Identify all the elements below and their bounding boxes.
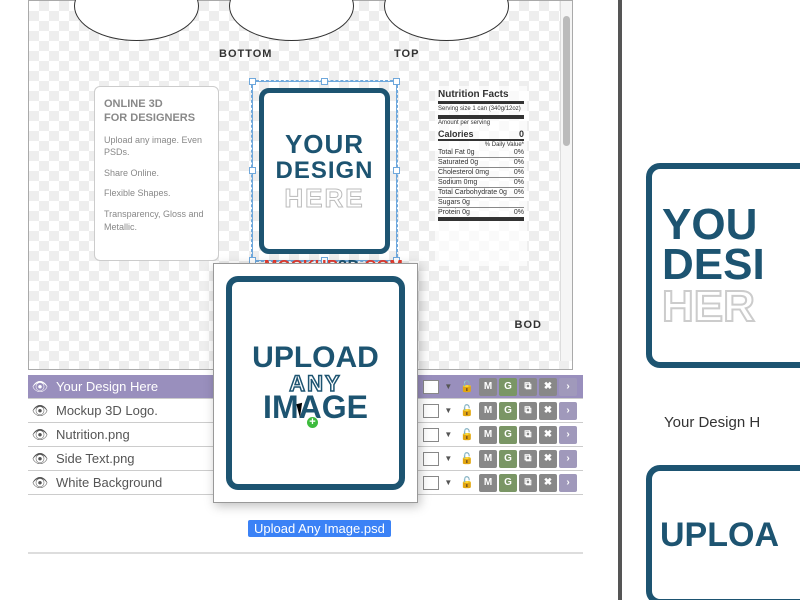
dropdown-icon[interactable]: ▼ [441,478,455,487]
expand-button[interactable]: › [559,474,577,492]
unlock-icon[interactable]: 🔓 [457,404,477,417]
visibility-icon[interactable]: 👁 [28,379,52,395]
label-top: TOP [394,48,419,60]
duplicate-button[interactable]: ⧉ [519,378,537,396]
color-swatch[interactable] [423,380,439,394]
dropdown-icon[interactable]: ▼ [441,430,455,439]
design-text: DESIGN [275,157,373,185]
resize-handle[interactable] [249,78,256,85]
scrollbar-thumb[interactable] [563,16,570,146]
unlock-icon[interactable]: 🔓 [457,380,477,393]
preview-tile[interactable]: UPLOA [646,465,800,600]
selected-object[interactable]: YOUR DESIGN HERE [252,81,397,261]
dragged-filename: Upload Any Image.psd [248,520,391,537]
visibility-icon[interactable]: 👁 [28,403,52,419]
color-swatch[interactable] [423,476,439,490]
dropdown-icon[interactable]: ▼ [441,454,455,463]
divider [28,552,583,554]
visibility-icon[interactable]: 👁 [28,475,52,491]
duplicate-button[interactable]: ⧉ [519,402,537,420]
label-body: BOD [515,319,542,331]
color-swatch[interactable] [423,452,439,466]
info-title2: FOR DESIGNERS [104,111,209,125]
visibility-icon[interactable]: 👁 [28,451,52,467]
unlock-icon[interactable]: 🔓 [457,452,477,465]
canvas-scrollbar[interactable] [560,1,572,361]
group-button[interactable]: G [499,450,517,468]
resize-handle[interactable] [393,78,400,85]
info-title1: ONLINE 3D [104,97,209,111]
design-placeholder: YOUR DESIGN HERE [259,88,390,254]
duplicate-button[interactable]: ⧉ [519,450,537,468]
mask-button[interactable]: M [479,378,497,396]
info-line: Upload any image. Even PSDs. [104,134,209,159]
preview-caption: Your Design H [646,414,800,431]
group-button[interactable]: G [499,474,517,492]
right-panel: YOU DESI HER Your Design H UPLOA [618,0,800,600]
mask-button[interactable]: M [479,450,497,468]
ellipse-shape [74,0,199,41]
color-swatch[interactable] [423,404,439,418]
mask-button[interactable]: M [479,474,497,492]
ellipse-shape [384,0,509,41]
expand-button[interactable]: › [559,402,577,420]
resize-handle[interactable] [249,167,256,174]
group-button[interactable]: G [499,402,517,420]
nutrition-title: Nutrition Facts [438,89,524,104]
dropdown-icon[interactable]: ▼ [441,382,455,391]
visibility-icon[interactable]: 👁 [28,427,52,443]
resize-handle[interactable] [321,78,328,85]
info-line: Flexible Shapes. [104,187,209,200]
design-text: YOUR [285,129,364,160]
group-button[interactable]: G [499,378,517,396]
color-swatch[interactable] [423,428,439,442]
duplicate-button[interactable]: ⧉ [519,474,537,492]
group-button[interactable]: G [499,426,517,444]
dropdown-icon[interactable]: ▼ [441,406,455,415]
info-card: ONLINE 3D FOR DESIGNERS Upload any image… [94,86,219,261]
resize-handle[interactable] [393,167,400,174]
nutrition-panel: Nutrition Facts Serving size 1 can (340g… [435,86,527,266]
unlock-icon[interactable]: 🔓 [457,428,477,441]
drag-text: IMAGE [263,389,368,426]
design-text: HERE [284,183,364,214]
mask-button[interactable]: M [479,426,497,444]
drag-preview: UPLOAD ANY IMAGE [213,263,418,503]
unlock-icon[interactable]: 🔓 [457,476,477,489]
delete-button[interactable]: ✖ [539,402,557,420]
info-line: Share Online. [104,167,209,180]
delete-button[interactable]: ✖ [539,474,557,492]
expand-button[interactable]: › [559,426,577,444]
ellipse-shape [229,0,354,41]
duplicate-button[interactable]: ⧉ [519,426,537,444]
info-line: Transparency, Gloss and Metallic. [104,208,209,233]
preview-tile[interactable]: YOU DESI HER [646,163,800,368]
mask-button[interactable]: M [479,402,497,420]
delete-button[interactable]: ✖ [539,378,557,396]
drag-text: UPLOAD [252,341,379,375]
expand-button[interactable]: › [559,450,577,468]
label-bottom: BOTTOM [219,48,272,60]
delete-button[interactable]: ✖ [539,450,557,468]
delete-button[interactable]: ✖ [539,426,557,444]
expand-button[interactable]: › [559,378,577,396]
